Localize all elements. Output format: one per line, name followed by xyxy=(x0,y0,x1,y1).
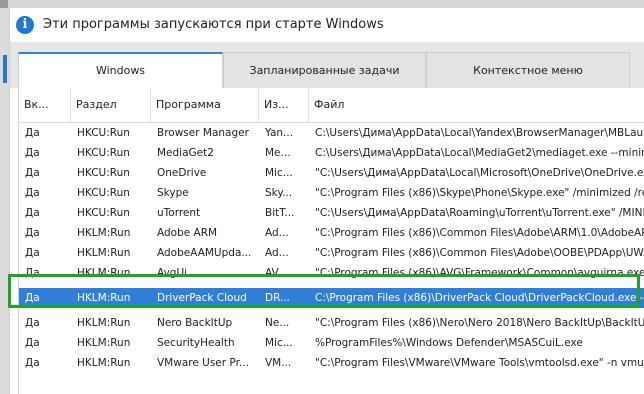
cell-program: Nero BackItUp xyxy=(157,317,233,329)
cell-file: "C:\Program Files (x86)\Common Files\Ado… xyxy=(315,227,644,239)
table-row-selected[interactable]: Да HKLM:Run DriverPack Cloud DR... C:\Pr… xyxy=(19,288,644,308)
cell-enabled: Да xyxy=(25,267,40,279)
table-row[interactable]: Да HKCU:Run MediaGet2 Me... C:\Users\Дим… xyxy=(19,143,644,163)
cell-enabled: Да xyxy=(25,337,40,349)
window-top-strip xyxy=(0,0,644,8)
cell-publisher: Me... xyxy=(265,147,291,159)
cell-program: AdobeAAMUpda... xyxy=(157,247,252,259)
cell-file: "C:\Program Files\VMware\VMware Tools\vm… xyxy=(315,357,644,369)
cell-publisher: DR... xyxy=(265,292,291,304)
startup-panel: i Эти программы запускаются при старте W… xyxy=(9,8,644,394)
cell-file: C:\Users\Дима\AppData\Local\Yandex\Brows… xyxy=(315,127,644,139)
cell-publisher: Ad... xyxy=(265,227,289,239)
cell-file: %ProgramFiles%\Windows Defender\MSASCuiL… xyxy=(315,337,583,349)
cell-publisher: Mic... xyxy=(265,167,293,179)
cell-file: "C:\Program Files (x86)\Skype\Phone\Skyp… xyxy=(315,187,644,199)
cell-publisher: BitT... xyxy=(265,207,295,219)
cell-file: C:\Users\Дима\AppData\Local\MediaGet2\me… xyxy=(315,147,644,159)
cell-program: VMware User Pr... xyxy=(157,357,249,369)
table-row[interactable]: Да HKLM:Run Adobe ARM Ad... "C:\Program … xyxy=(19,223,644,243)
table-row[interactable]: Да HKCU:Run Browser Manager Yan... C:\Us… xyxy=(19,123,644,143)
info-bar: i Эти программы запускаются при старте W… xyxy=(10,8,644,42)
cell-enabled: Да xyxy=(25,292,40,304)
cell-section: HKLM:Run xyxy=(77,317,131,329)
cell-program: MediaGet2 xyxy=(157,147,214,159)
cell-section: HKLM:Run xyxy=(77,227,131,239)
table-header: Вк... Раздел Программа Из... Файл xyxy=(19,88,644,123)
cell-file: "C:\Program Files (x86)\AVG\Framework\Co… xyxy=(315,267,644,279)
cell-program: DriverPack Cloud xyxy=(157,292,247,304)
cell-file: C:\Program Files (x86)\DriverPack Cloud\… xyxy=(315,292,644,304)
cell-enabled: Да xyxy=(25,247,40,259)
table-row[interactable]: Да HKLM:Run AvgUi AV... "C:\Program File… xyxy=(19,263,644,283)
cell-file: "C:\Users\Дима\AppData\Roaming\uTorrent\… xyxy=(315,207,644,219)
cell-section: HKLM:Run xyxy=(77,247,131,259)
cell-publisher: VM... xyxy=(265,357,292,369)
cell-publisher: Yan... xyxy=(265,127,294,139)
column-header-file[interactable]: Файл xyxy=(309,88,644,122)
column-header-enabled[interactable]: Вк... xyxy=(19,88,71,122)
cell-publisher: Ne... xyxy=(265,317,290,329)
table-row[interactable]: Да HKLM:Run VMware User Pr... VM... "C:\… xyxy=(19,353,644,373)
cell-enabled: Да xyxy=(25,227,40,239)
cell-program: uTorrent xyxy=(157,207,201,219)
table-row[interactable]: Да HKLM:Run SecurityHealth Mic... %Progr… xyxy=(19,333,644,353)
cell-enabled: Да xyxy=(25,147,40,159)
cell-publisher: Mic... xyxy=(265,337,293,349)
cell-program: Adobe ARM xyxy=(157,227,218,239)
cell-section: HKCU:Run xyxy=(77,207,130,219)
cell-file: "C:\Users\Дима\AppData\Local\Microsoft\O… xyxy=(315,167,644,179)
cell-enabled: Да xyxy=(25,187,40,199)
column-header-program[interactable]: Программа xyxy=(151,88,259,122)
cell-enabled: Да xyxy=(25,357,40,369)
cell-program: OneDrive xyxy=(157,167,207,179)
cell-enabled: Да xyxy=(25,127,40,139)
cell-section: HKCU:Run xyxy=(77,167,130,179)
cell-section: HKLM:Run xyxy=(77,267,131,279)
tab-context-menu[interactable]: Контекстное меню xyxy=(426,52,630,88)
window-corner xyxy=(0,0,8,8)
cell-program: Browser Manager xyxy=(157,127,249,139)
cell-section: HKLM:Run xyxy=(77,357,131,369)
cell-file: "C:\Program Files (x86)\Common Files\Ado… xyxy=(315,247,644,259)
cell-publisher: Ad... xyxy=(265,247,289,259)
cell-enabled: Да xyxy=(25,207,40,219)
cell-program: Skype xyxy=(157,187,189,199)
cell-publisher: AV... xyxy=(265,267,288,279)
info-text: Эти программы запускаются при старте Win… xyxy=(43,17,384,32)
cell-enabled: Да xyxy=(25,317,40,329)
table-row[interactable]: Да HKLM:Run AdobeAAMUpda... Ad... "C:\Pr… xyxy=(19,243,644,263)
cell-section: HKCU:Run xyxy=(77,187,130,199)
cell-section: HKCU:Run xyxy=(77,147,130,159)
tab-windows[interactable]: Windows xyxy=(18,52,223,88)
tabs-bar: Windows Запланированные задачи Контекстн… xyxy=(10,42,644,88)
cell-section: HKCU:Run xyxy=(77,127,130,139)
table-row[interactable]: Да HKCU:Run OneDrive Mic... "C:\Users\Ди… xyxy=(19,163,644,183)
table-body: Да HKCU:Run Browser Manager Yan... C:\Us… xyxy=(19,123,644,373)
tab-scheduled-tasks[interactable]: Запланированные задачи xyxy=(223,52,426,88)
cell-file: "C:\Program Files (x86)\Nero\Nero 2018\N… xyxy=(315,317,644,329)
column-header-publisher[interactable]: Из... xyxy=(259,88,309,122)
cell-section: HKLM:Run xyxy=(77,337,131,349)
table-row[interactable]: Да HKLM:Run Nero BackItUp Ne... "C:\Prog… xyxy=(19,313,644,333)
sidebar-active-accent xyxy=(3,55,7,83)
table-row[interactable]: Да HKCU:Run uTorrent BitT... "C:\Users\Д… xyxy=(19,203,644,223)
cell-program: SecurityHealth xyxy=(157,337,235,349)
column-header-section[interactable]: Раздел xyxy=(71,88,151,122)
left-sidebar-edge xyxy=(0,8,9,394)
cell-section: HKLM:Run xyxy=(77,292,131,304)
cell-enabled: Да xyxy=(25,167,40,179)
cell-program: AvgUi xyxy=(157,267,188,279)
startup-table: Вк... Раздел Программа Из... Файл Да HKC… xyxy=(18,88,644,394)
table-row[interactable]: Да HKCU:Run Skype Sky... "C:\Program Fil… xyxy=(19,183,644,203)
cell-publisher: Sky... xyxy=(265,187,293,199)
info-icon: i xyxy=(16,16,34,34)
